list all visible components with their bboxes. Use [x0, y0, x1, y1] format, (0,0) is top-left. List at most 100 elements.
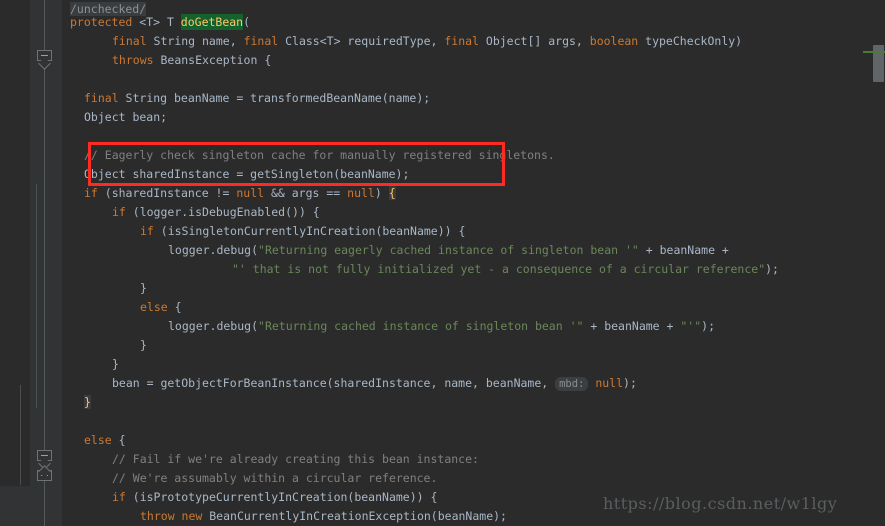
code-token-brc-hl: {	[388, 186, 396, 200]
code-line[interactable]: }	[140, 336, 147, 355]
code-token-txt: && args ==	[270, 186, 348, 200]
code-token-cmt: // Fail if we're already creating this b…	[112, 452, 479, 466]
code-token-txt: <T> T	[139, 15, 181, 29]
code-token-kw: protected	[70, 15, 140, 29]
scrollbar-marker-stub[interactable]	[863, 51, 872, 53]
change-rail-a	[20, 385, 21, 485]
code-line[interactable]: else {	[140, 298, 182, 317]
editor-gutter	[0, 0, 62, 526]
indent-rail-outer	[36, 184, 37, 408]
code-line[interactable]: throw new BeanCurrentlyInCreationExcepti…	[140, 507, 507, 526]
code-token-txt: BeanCurrentlyInCreationException(beanNam…	[209, 509, 507, 523]
code-token-txt: }	[140, 338, 147, 352]
code-token-kw: final	[444, 34, 486, 48]
code-token-kw: final	[243, 34, 286, 48]
code-token-str: "'"	[680, 319, 702, 333]
code-token-str: "Returning eagerly cached instance of si…	[258, 243, 639, 257]
code-token-txt: + beanName +	[583, 319, 681, 333]
code-token-brc-hl: }	[84, 395, 91, 409]
gutter-bottom-strip	[0, 486, 62, 526]
code-token-txt: );	[623, 376, 637, 390]
code-token-txt: Object bean;	[84, 110, 168, 124]
code-token-txt: logger.debug(	[168, 319, 259, 333]
code-line[interactable]: // Fail if we're already creating this b…	[112, 450, 479, 469]
code-token-kw: final	[84, 91, 126, 105]
code-token-kw: if	[112, 205, 133, 219]
code-token-txt: typeCheckOnly)	[645, 34, 743, 48]
code-token-kw: boolean	[589, 34, 646, 48]
code-token-str: "' that is not fully initialized yet - a…	[232, 262, 766, 276]
code-token-kw: throw new	[140, 509, 210, 523]
code-line[interactable]: Object sharedInstance = getSingleton(bea…	[84, 165, 409, 184]
code-token-kw: final	[112, 34, 154, 48]
code-token-kw: if	[112, 490, 133, 504]
code-token-txt: (	[243, 15, 251, 29]
code-line[interactable]: final String beanName = transformedBeanN…	[84, 89, 430, 108]
code-line[interactable]: if (isSingletonCurrentlyInCreation(beanN…	[140, 222, 465, 241]
code-token-kw: null	[236, 186, 271, 200]
code-token-txt: }	[112, 357, 119, 371]
code-token-txt: }	[140, 281, 147, 295]
code-line[interactable]: throws BeansException {	[112, 51, 271, 70]
code-line[interactable]: protected <T> T doGetBean(	[70, 13, 250, 32]
fold-minus-icon	[41, 455, 48, 456]
code-line[interactable]: Object bean;	[84, 108, 167, 127]
code-token-txt: )	[374, 186, 389, 200]
code-text-area[interactable]: /unchecked/protected <T> T doGetBean(fin…	[62, 0, 885, 526]
code-editor-window: /unchecked/protected <T> T doGetBean(fin…	[0, 0, 885, 526]
code-token-txt: {	[174, 300, 182, 314]
code-token-txt: debug(	[216, 243, 259, 257]
code-token-txt: (isSingletonCurrentlyInCreation(beanName…	[160, 224, 466, 238]
code-line[interactable]: if (isPrototypeCurrentlyInCreation(beanN…	[112, 488, 437, 507]
code-line[interactable]: // Eagerly check singleton cache for man…	[84, 146, 555, 165]
code-line[interactable]: }	[140, 279, 147, 298]
code-token-kw: null	[588, 376, 624, 390]
code-line[interactable]: if (sharedInstance != null && args == nu…	[84, 184, 396, 203]
code-token-kw: throws	[112, 53, 161, 67]
code-line[interactable]: bean = getObjectForBeanInstance(sharedIn…	[112, 374, 637, 393]
code-line[interactable]: logger.debug("Returning cached instance …	[168, 317, 715, 336]
code-token-kw: if	[140, 224, 161, 238]
code-line[interactable]: else {	[84, 431, 126, 450]
code-token-txt: Object sharedInstance = getSingleton(bea…	[84, 167, 410, 181]
code-token-txt: Class<T> requiredType,	[285, 34, 445, 48]
code-token-kw: null	[347, 186, 375, 200]
code-token-txt: {	[118, 433, 126, 447]
code-token-txt: (logger.isDebugEnabled()) {	[132, 205, 320, 219]
fold-marker-method[interactable]	[37, 50, 52, 70]
gutter-annotation-strip	[0, 0, 30, 526]
code-token-txt: String name,	[153, 34, 244, 48]
code-token-cmt: // We're assumably within a circular ref…	[112, 471, 438, 485]
code-token-txt: );	[765, 262, 779, 276]
code-token-txt: (isPrototypeCurrentlyInCreation(beanName…	[132, 490, 438, 504]
code-line[interactable]: if (logger.isDebugEnabled()) {	[112, 203, 320, 222]
code-token-hint: mbd:	[555, 377, 589, 391]
code-line[interactable]: }	[112, 355, 119, 374]
code-token-txt: Object[] args,	[485, 34, 590, 48]
fold-minus-icon	[41, 55, 48, 56]
code-token-txt: );	[701, 319, 716, 333]
scrollbar-marker-1[interactable]	[872, 51, 885, 53]
code-line[interactable]: logger.debug("Returning eagerly cached i…	[168, 241, 729, 260]
code-line[interactable]: "' that is not fully initialized yet - a…	[232, 260, 779, 279]
fold-marker-block-a[interactable]	[37, 450, 52, 470]
code-token-cmt: // Eagerly check singleton cache for man…	[84, 148, 555, 162]
fold-marker-block-b[interactable]	[37, 465, 52, 485]
code-token-txt: String beanName = transformedBeanName(na…	[125, 91, 431, 105]
fold-rail	[44, 0, 45, 526]
code-token-str: "Returning cached instance of singleton …	[258, 319, 584, 333]
code-line[interactable]: final String name, final Class<T> requir…	[112, 32, 742, 51]
code-token-txt: + beanName +	[638, 243, 729, 257]
code-token-kw: else	[140, 300, 175, 314]
code-line[interactable]: }	[84, 393, 91, 412]
code-token-txt: BeansException {	[160, 53, 272, 67]
code-token-txt: logger.	[168, 243, 217, 257]
code-token-txt: (sharedInstance !=	[104, 186, 237, 200]
code-token-txt: bean = getObjectForBeanInstance(sharedIn…	[112, 376, 556, 390]
code-token-search-hit: doGetBean	[180, 14, 244, 30]
watermark-url: https://blog.csdn.net/w1lgy	[603, 494, 838, 513]
code-line[interactable]: // We're assumably within a circular ref…	[112, 469, 437, 488]
code-token-kw: else	[84, 433, 119, 447]
code-token-kw: if	[84, 186, 105, 200]
vertical-scrollbar[interactable]	[863, 0, 885, 526]
